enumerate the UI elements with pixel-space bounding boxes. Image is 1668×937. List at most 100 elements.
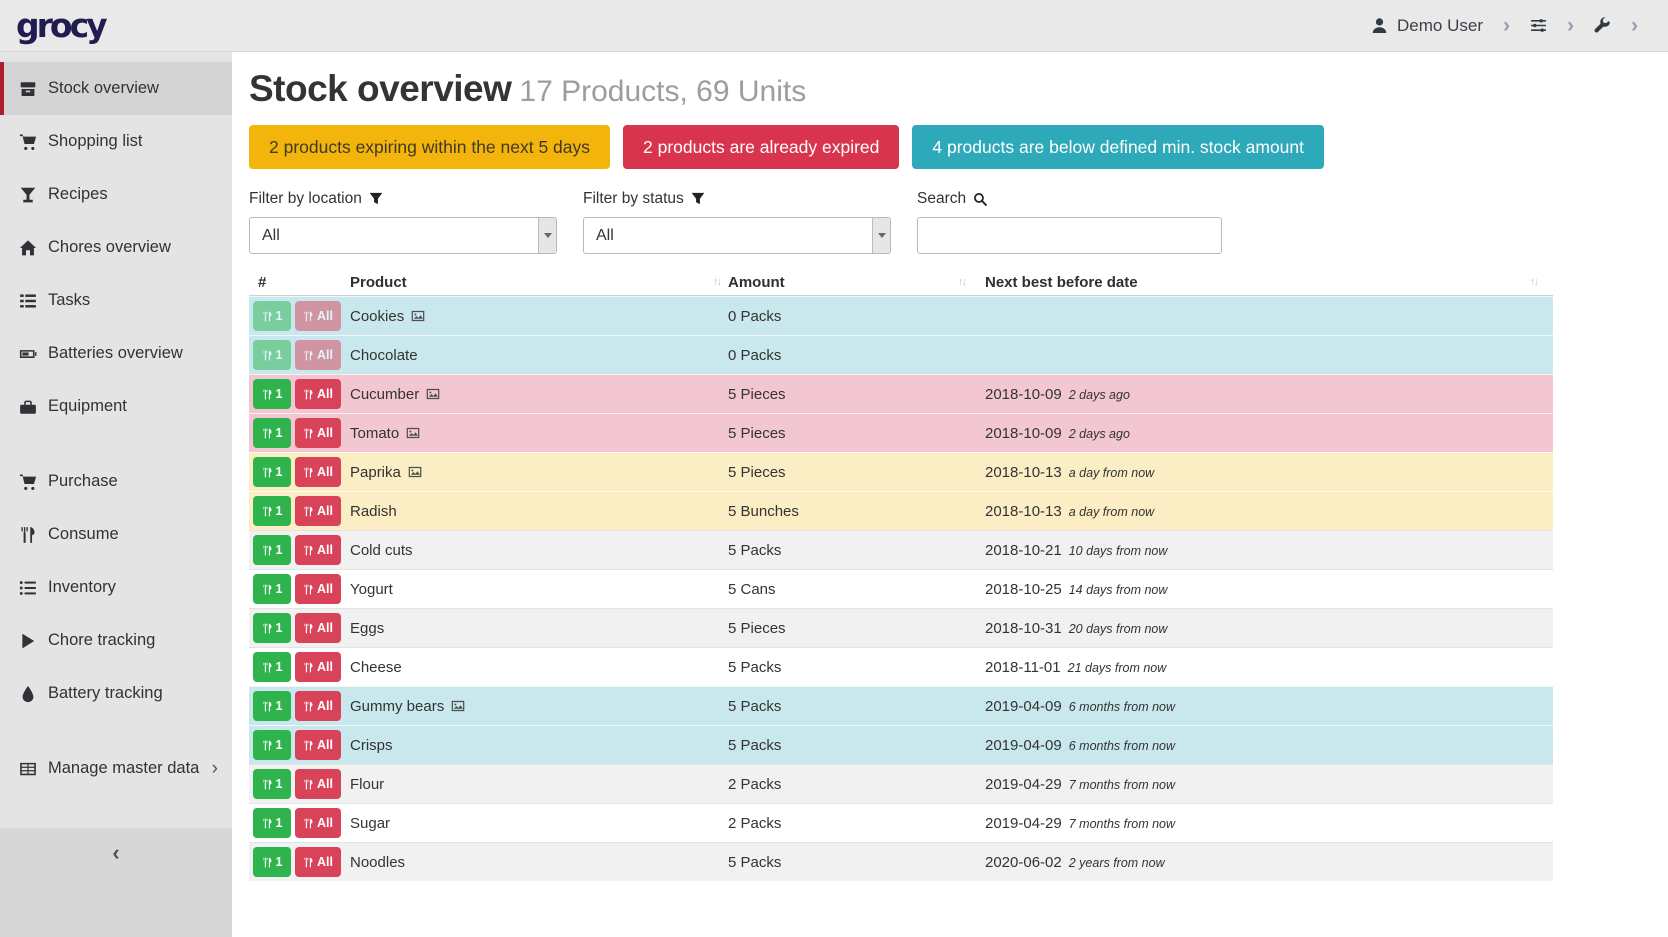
consume-one-button[interactable]: 1 bbox=[253, 691, 291, 721]
expired-alert-button[interactable]: 2 products are already expired bbox=[623, 125, 899, 169]
page-subtitle: 17 Products, 69 Units bbox=[519, 75, 806, 108]
consume-all-button[interactable]: All bbox=[295, 535, 341, 565]
user-menu[interactable]: Demo User bbox=[1371, 16, 1483, 36]
sidebar-item-consume[interactable]: Consume bbox=[0, 508, 232, 561]
sidebar-item-battery-tracking[interactable]: Battery tracking bbox=[0, 667, 232, 720]
consume-all-button[interactable]: All bbox=[295, 496, 341, 526]
product-cell: Sugar bbox=[350, 815, 728, 832]
below-min-stock-alert-button[interactable]: 4 products are below defined min. stock … bbox=[912, 125, 1324, 169]
sidebar-item-chore-tracking[interactable]: Chore tracking bbox=[0, 614, 232, 667]
consume-one-button[interactable]: 1 bbox=[253, 379, 291, 409]
consume-one-button[interactable]: 1 bbox=[253, 301, 291, 331]
sidebar-collapse-button[interactable]: ‹ bbox=[0, 828, 232, 937]
wrench-icon bbox=[1594, 17, 1611, 34]
consume-all-button[interactable]: All bbox=[295, 847, 341, 877]
status-filter-select[interactable]: All bbox=[583, 217, 891, 254]
consume-all-button[interactable]: All bbox=[295, 730, 341, 760]
consume-one-button[interactable]: 1 bbox=[253, 496, 291, 526]
amount-cell: 0 Packs bbox=[728, 347, 985, 364]
consume-one-button[interactable]: 1 bbox=[253, 457, 291, 487]
expiring-alert-button[interactable]: 2 products expiring within the next 5 da… bbox=[249, 125, 610, 169]
utensils-icon bbox=[303, 389, 314, 400]
image-icon[interactable] bbox=[406, 426, 420, 440]
consume-one-button[interactable]: 1 bbox=[253, 847, 291, 877]
image-icon[interactable] bbox=[408, 465, 422, 479]
best-before-cell: 2018-10-092 days ago bbox=[985, 386, 1553, 403]
sidebar-item-chores-overview[interactable]: Chores overview bbox=[0, 221, 232, 274]
consume-all-button[interactable]: All bbox=[295, 769, 341, 799]
consume-all-button[interactable]: All bbox=[295, 652, 341, 682]
sidebar-item-equipment[interactable]: Equipment bbox=[0, 380, 232, 433]
chevron-right-icon[interactable]: › bbox=[1567, 15, 1574, 36]
consume-all-button[interactable]: All bbox=[295, 379, 341, 409]
table-row: 1All Yogurt 5 Cans 2018-10-2514 days fro… bbox=[249, 569, 1553, 608]
chevron-right-icon[interactable]: › bbox=[1503, 15, 1510, 36]
consume-one-button[interactable]: 1 bbox=[253, 730, 291, 760]
consume-one-button[interactable]: 1 bbox=[253, 613, 291, 643]
consume-one-button[interactable]: 1 bbox=[253, 574, 291, 604]
column-header-amount[interactable]: Amount↑↓ bbox=[728, 269, 985, 295]
consume-all-button[interactable]: All bbox=[295, 808, 341, 838]
location-filter-select[interactable]: All bbox=[249, 217, 557, 254]
amount-cell: 5 Packs bbox=[728, 737, 985, 754]
main-content: Stock overview17 Products, 69 Units 2 pr… bbox=[232, 52, 1668, 881]
sidebar-item-manage-master-data[interactable]: Manage master data › bbox=[0, 742, 232, 795]
image-icon[interactable] bbox=[426, 387, 440, 401]
admin-menu[interactable] bbox=[1594, 17, 1611, 34]
search-input[interactable] bbox=[917, 217, 1222, 254]
consume-one-button[interactable]: 1 bbox=[253, 769, 291, 799]
consume-one-button[interactable]: 1 bbox=[253, 418, 291, 448]
alerts-row: 2 products expiring within the next 5 da… bbox=[249, 125, 1668, 169]
sidebar-item-stock-overview[interactable]: Stock overview bbox=[0, 62, 232, 115]
drop-icon bbox=[19, 685, 37, 703]
battery-icon bbox=[19, 345, 37, 363]
cart-icon bbox=[19, 133, 37, 151]
best-before-cell: 2019-04-297 months from now bbox=[985, 815, 1553, 832]
table-row: 1All Noodles 5 Packs 2020-06-022 years f… bbox=[249, 842, 1553, 881]
sidebar-item-recipes[interactable]: Recipes bbox=[0, 168, 232, 221]
column-header-product[interactable]: Product↑↓ bbox=[350, 269, 728, 295]
settings-menu[interactable] bbox=[1530, 17, 1547, 34]
amount-cell: 5 Pieces bbox=[728, 620, 985, 637]
navbar-right: Demo User › › › bbox=[1371, 15, 1638, 36]
consume-one-button[interactable]: 1 bbox=[253, 808, 291, 838]
sidebar-item-batteries-overview[interactable]: Batteries overview bbox=[0, 327, 232, 380]
consume-all-button[interactable]: All bbox=[295, 457, 341, 487]
consume-all-button[interactable]: All bbox=[295, 418, 341, 448]
column-header-best-before[interactable]: Next best before date↑↓ bbox=[985, 269, 1553, 295]
chevron-right-icon[interactable]: › bbox=[1631, 15, 1638, 36]
utensils-icon bbox=[262, 545, 273, 556]
utensils-icon bbox=[262, 857, 273, 868]
product-cell: Cheese bbox=[350, 659, 728, 676]
table-header: # Product↑↓ Amount↑↓ Next best before da… bbox=[249, 269, 1553, 296]
consume-all-button[interactable]: All bbox=[295, 340, 341, 370]
consume-all-button[interactable]: All bbox=[295, 613, 341, 643]
consume-one-button[interactable]: 1 bbox=[253, 340, 291, 370]
amount-cell: 0 Packs bbox=[728, 308, 985, 325]
amount-cell: 2 Packs bbox=[728, 815, 985, 832]
image-icon[interactable] bbox=[451, 699, 465, 713]
best-before-cell bbox=[985, 308, 1553, 325]
product-cell: Yogurt bbox=[350, 581, 728, 598]
consume-all-button[interactable]: All bbox=[295, 574, 341, 604]
product-cell: Flour bbox=[350, 776, 728, 793]
product-cell: Chocolate bbox=[350, 347, 728, 364]
grocy-logo[interactable]: grocy bbox=[16, 6, 105, 45]
sidebar-item-inventory[interactable]: Inventory bbox=[0, 561, 232, 614]
sidebar-item-purchase[interactable]: Purchase bbox=[0, 455, 232, 508]
page-title: Stock overview17 Products, 69 Units bbox=[249, 68, 1668, 110]
best-before-cell: 2018-10-13a day from now bbox=[985, 464, 1553, 481]
consume-one-button[interactable]: 1 bbox=[253, 535, 291, 565]
user-name: Demo User bbox=[1397, 16, 1483, 36]
product-cell: Cookies bbox=[350, 308, 728, 325]
consume-all-button[interactable]: All bbox=[295, 691, 341, 721]
consume-all-button[interactable]: All bbox=[295, 301, 341, 331]
image-icon[interactable] bbox=[411, 309, 425, 323]
sidebar-item-tasks[interactable]: Tasks bbox=[0, 274, 232, 327]
list-icon bbox=[19, 579, 37, 597]
utensils-icon bbox=[303, 584, 314, 595]
table-row: 1All Radish 5 Bunches 2018-10-13a day fr… bbox=[249, 491, 1553, 530]
product-cell: Tomato bbox=[350, 425, 728, 442]
consume-one-button[interactable]: 1 bbox=[253, 652, 291, 682]
sidebar-item-shopping-list[interactable]: Shopping list bbox=[0, 115, 232, 168]
